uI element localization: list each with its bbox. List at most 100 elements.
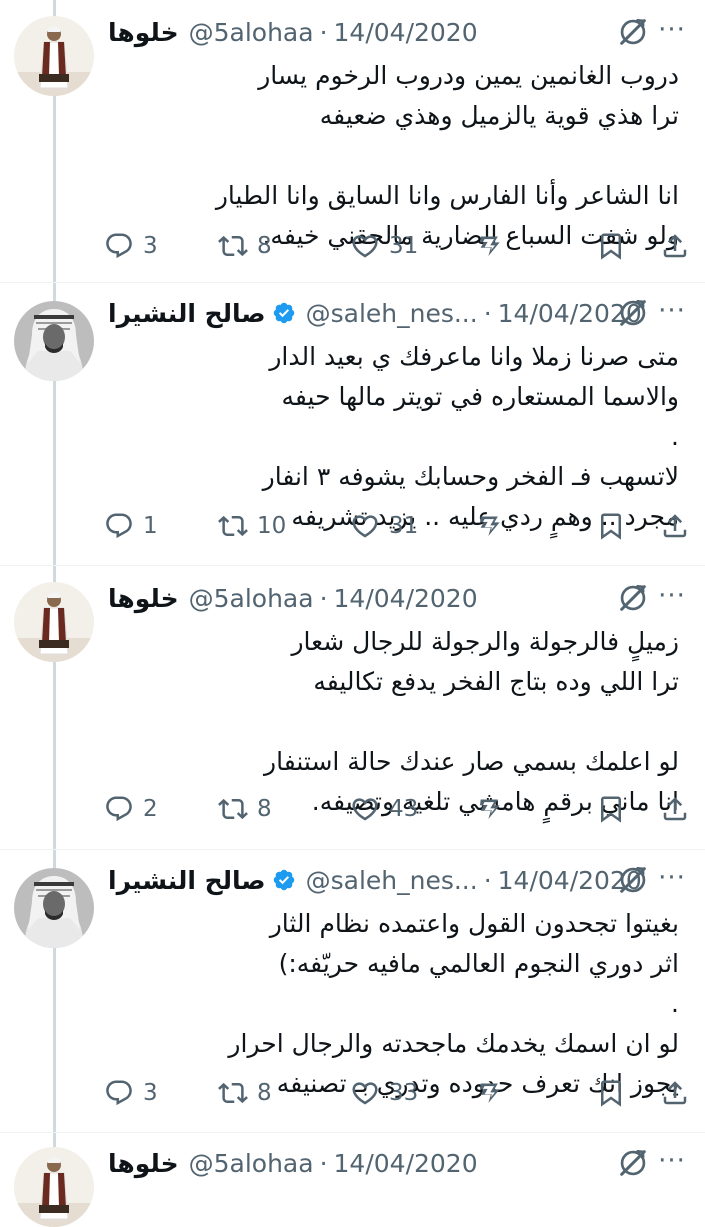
- share-button[interactable]: [660, 787, 690, 831]
- replies-count: 1: [143, 513, 158, 539]
- grok-icon[interactable]: [617, 1147, 649, 1179]
- man-in-ghutra-avatar[interactable]: [14, 301, 94, 381]
- share-button[interactable]: [660, 224, 690, 268]
- display-name[interactable]: خلوها: [108, 584, 179, 613]
- tweet[interactable]: خلوها @5alohaa · 14/04/2020 ··· دروب الغانمين…: [0, 12, 705, 260]
- tweet[interactable]: صالح النشيرا @saleh_nes... · 14/04/2020 ··· ب…: [0, 860, 705, 1107]
- views-button[interactable]: [474, 787, 504, 831]
- bookmark-button[interactable]: [596, 504, 626, 548]
- bookmark-button[interactable]: [596, 787, 626, 831]
- share-button[interactable]: [660, 504, 690, 548]
- bookmark-icon: [596, 511, 626, 541]
- tweet-text-line: ترا هذي قوية يالزميل وهذي ضعيفه: [319, 101, 679, 130]
- views-button[interactable]: [474, 1071, 504, 1115]
- like-icon: [350, 511, 380, 541]
- views-button[interactable]: [474, 504, 504, 548]
- like-icon: [350, 231, 380, 261]
- reply-button[interactable]: 2: [104, 787, 158, 831]
- tweet-header: خلوها @5alohaa · 14/04/2020: [108, 578, 478, 618]
- more-icon[interactable]: ···: [657, 582, 687, 614]
- tweet-text-line: ترا اللي وده بتاج الفخر يدفع تكاليفه: [313, 667, 679, 696]
- like-button[interactable]: 33: [350, 1071, 418, 1115]
- tweet-date[interactable]: 14/04/2020: [334, 18, 478, 47]
- tweet[interactable]: خلوها @5alohaa · 14/04/2020 ··· زميلٍ فالرجول…: [0, 578, 705, 823]
- man-in-traditional-dress-avatar[interactable]: [14, 1147, 94, 1227]
- reply-icon: [104, 1078, 134, 1108]
- grok-icon[interactable]: [617, 864, 649, 896]
- views-icon: [474, 1078, 504, 1108]
- more-icon[interactable]: ···: [657, 16, 687, 48]
- tweet-text-line: بغيتوا تجحدون القول واعتمده نظام الثار: [269, 909, 679, 938]
- retweet-button[interactable]: 8: [218, 1071, 272, 1115]
- reply-button[interactable]: 1: [104, 504, 158, 548]
- tweet-divider: [0, 565, 705, 566]
- likes-count: 31: [389, 513, 419, 539]
- share-icon: [660, 231, 690, 261]
- tweet-text-line: اثر دوري النجوم العالمي مافيه حريّفه:): [278, 949, 679, 978]
- tweet-divider: [0, 282, 705, 283]
- like-icon: [350, 794, 380, 824]
- more-icon[interactable]: ···: [657, 1147, 687, 1179]
- display-name[interactable]: خلوها: [108, 1149, 179, 1178]
- user-handle[interactable]: @5alohaa: [189, 18, 314, 47]
- more-icon[interactable]: ···: [657, 864, 687, 896]
- tweet-actions: 2 8 43: [104, 787, 693, 831]
- like-button[interactable]: 31: [350, 224, 418, 268]
- retweet-icon: [218, 794, 248, 824]
- verified-badge-icon: [272, 301, 296, 325]
- user-handle[interactable]: @saleh_nes...: [306, 299, 478, 328]
- likes-count: 31: [389, 233, 419, 259]
- tweet-text-line: والاسما المستعاره في تويتر مالها حيفه: [281, 382, 679, 411]
- like-button[interactable]: 43: [350, 787, 418, 831]
- views-button[interactable]: [474, 224, 504, 268]
- replies-count: 2: [143, 796, 158, 822]
- like-button[interactable]: 31: [350, 504, 418, 548]
- tweet-header: خلوها @5alohaa · 14/04/2020: [108, 12, 478, 52]
- tweet[interactable]: صالح النشيرا @saleh_nes... · 14/04/2020 ··· م…: [0, 293, 705, 540]
- display-name[interactable]: خلوها: [108, 18, 179, 47]
- retweet-button[interactable]: 8: [218, 224, 272, 268]
- tweet-date[interactable]: 14/04/2020: [334, 1149, 478, 1178]
- bookmark-button[interactable]: [596, 224, 626, 268]
- tweet-header: خلوها @5alohaa · 14/04/2020: [108, 1143, 478, 1183]
- retweet-button[interactable]: 10: [218, 504, 286, 548]
- tweet-date[interactable]: 14/04/2020: [334, 584, 478, 613]
- man-in-ghutra-avatar[interactable]: [14, 868, 94, 948]
- more-icon[interactable]: ···: [657, 297, 687, 329]
- display-name[interactable]: صالح النشيرا: [108, 866, 266, 895]
- separator-dot: ·: [319, 17, 328, 47]
- views-icon: [474, 794, 504, 824]
- user-handle[interactable]: @5alohaa: [189, 1149, 314, 1178]
- man-in-traditional-dress-avatar[interactable]: [14, 16, 94, 96]
- retweet-button[interactable]: 8: [218, 787, 272, 831]
- reply-icon: [104, 231, 134, 261]
- retweets-count: 8: [257, 796, 272, 822]
- tweet[interactable]: خلوها @5alohaa · 14/04/2020 ···: [0, 1143, 705, 1227]
- share-icon: [660, 794, 690, 824]
- reply-button[interactable]: 3: [104, 224, 158, 268]
- tweet-header: صالح النشيرا @saleh_nes... · 14/04/2020: [108, 860, 642, 900]
- display-name[interactable]: صالح النشيرا: [108, 299, 266, 328]
- tweet-text-line: زميلٍ فالرجولة والرجولة للرجال شعار: [291, 627, 679, 656]
- share-button[interactable]: [660, 1071, 690, 1115]
- tweet-divider: [0, 849, 705, 850]
- reply-button[interactable]: 3: [104, 1071, 158, 1115]
- grok-icon[interactable]: [617, 16, 649, 48]
- reply-icon: [104, 511, 134, 541]
- tweet-text-line: دروب الغانمين يمين ودروب الرخوم يسار: [258, 61, 679, 90]
- user-handle[interactable]: @5alohaa: [189, 584, 314, 613]
- verified-badge-icon: [272, 868, 296, 892]
- share-icon: [660, 1078, 690, 1108]
- user-handle[interactable]: @saleh_nes...: [306, 866, 478, 895]
- bookmark-icon: [596, 1078, 626, 1108]
- tweet-text-line: لو اعلمك بسمي صار عندك حالة استنفار: [264, 747, 679, 776]
- bookmark-button[interactable]: [596, 1071, 626, 1115]
- share-icon: [660, 511, 690, 541]
- retweet-icon: [218, 1078, 248, 1108]
- separator-dot: ·: [483, 298, 492, 328]
- grok-icon[interactable]: [617, 297, 649, 329]
- grok-icon[interactable]: [617, 582, 649, 614]
- man-in-traditional-dress-avatar[interactable]: [14, 582, 94, 662]
- tweet-actions: 1 10 31: [104, 504, 693, 548]
- bookmark-icon: [596, 231, 626, 261]
